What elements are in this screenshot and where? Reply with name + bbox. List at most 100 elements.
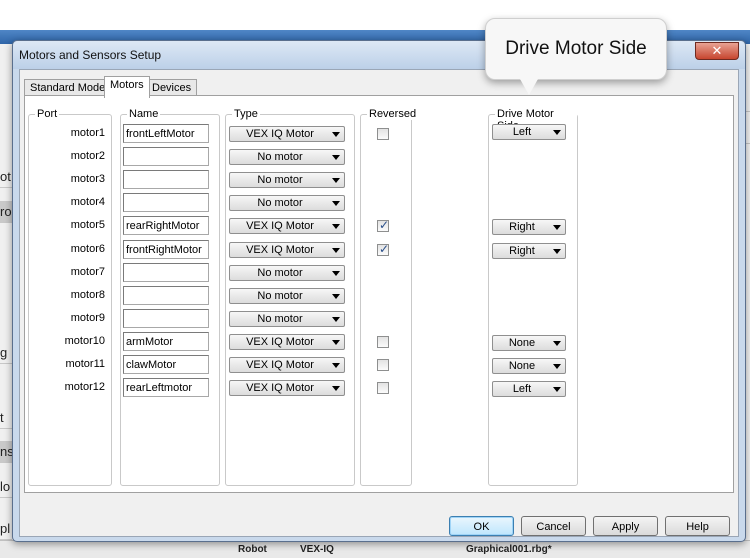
motor-type-select[interactable]: VEX IQ Motor (229, 380, 345, 396)
drive-side-select[interactable]: Left (492, 381, 566, 397)
chevron-down-icon (332, 340, 340, 345)
drive-side-value: Left (512, 383, 532, 395)
reversed-checkbox[interactable] (377, 128, 389, 140)
background-left-panel: ot ro g t ns lo pl (0, 44, 12, 558)
motor-name-input[interactable] (123, 193, 209, 212)
motor-type-value: No motor (257, 174, 303, 186)
help-button[interactable]: Help (665, 516, 730, 536)
background-text-fragment: ns (0, 441, 12, 463)
chevron-down-icon (332, 178, 340, 183)
background-text-fragment: ot (0, 166, 12, 188)
port-label: motor3 (70, 173, 105, 185)
drive-side-value: None (508, 360, 536, 372)
motor-type-select[interactable]: VEX IQ Motor (229, 242, 345, 258)
checkmark-icon: ✓ (378, 242, 390, 256)
close-button[interactable]: ✕ (695, 42, 739, 60)
chevron-down-icon (553, 341, 561, 346)
chevron-down-icon (553, 130, 561, 135)
port-label: motor11 (65, 358, 105, 370)
motor-type-select[interactable]: No motor (229, 311, 345, 327)
motor-type-select[interactable]: VEX IQ Motor (229, 334, 345, 350)
chevron-down-icon (332, 363, 340, 368)
motors-sensors-dialog: Motors and Sensors Setup ✕ Standard Mode… (12, 40, 746, 542)
reversed-checkbox[interactable]: ✓ (377, 242, 390, 256)
drive-side-group: Drive Motor Side (488, 108, 578, 486)
chevron-down-icon (332, 155, 340, 160)
cancel-button[interactable]: Cancel (521, 516, 586, 536)
drive-side-select[interactable]: Right (492, 243, 566, 259)
motor-type-select[interactable]: VEX IQ Motor (229, 126, 345, 142)
motor-type-value: No motor (257, 267, 303, 279)
port-label: motor7 (70, 266, 105, 278)
chevron-down-icon (553, 225, 561, 230)
motor-name-input[interactable] (123, 147, 209, 166)
motor-type-select[interactable]: VEX IQ Motor (229, 218, 345, 234)
motor-name-input[interactable] (123, 355, 209, 374)
dialog-title: Motors and Sensors Setup (19, 48, 162, 62)
motor-name-input[interactable] (123, 170, 209, 189)
motor-name-input[interactable] (123, 263, 209, 282)
drive-side-select[interactable]: Left (492, 124, 566, 140)
port-column-header: Port (35, 108, 60, 120)
motors-tab-panel: Port Name Type Reversed Drive Motor Side… (24, 95, 734, 493)
apply-button[interactable]: Apply (593, 516, 658, 536)
background-cell: Robot (238, 544, 267, 555)
drive-motor-side-callout: Drive Motor Side (485, 18, 667, 80)
drive-side-value: None (508, 337, 536, 349)
drive-side-select[interactable]: None (492, 335, 566, 351)
drive-side-select[interactable]: None (492, 358, 566, 374)
motor-type-select[interactable]: No motor (229, 172, 345, 188)
background-cell: VEX-IQ (300, 544, 334, 555)
name-column-header: Name (127, 108, 161, 120)
port-label: motor4 (70, 196, 105, 208)
motor-name-input[interactable] (123, 309, 209, 328)
motor-name-input[interactable] (123, 378, 209, 397)
motor-name-input[interactable] (123, 286, 209, 305)
port-label: motor2 (70, 150, 105, 162)
port-label: motor10 (64, 335, 105, 347)
chevron-down-icon (332, 132, 340, 137)
motor-type-value: No motor (257, 151, 303, 163)
motor-type-select[interactable]: VEX IQ Motor (229, 357, 345, 373)
port-label: motor12 (64, 381, 105, 393)
reversed-checkbox[interactable]: ✓ (377, 218, 389, 232)
ok-button[interactable]: OK (449, 516, 514, 536)
reversed-checkbox[interactable] (377, 336, 389, 348)
motor-type-value: No motor (257, 197, 303, 209)
chevron-down-icon (332, 224, 340, 229)
chevron-down-icon (332, 248, 340, 253)
chevron-down-icon (332, 386, 340, 391)
motor-type-value: VEX IQ Motor (246, 128, 314, 140)
port-label: motor8 (70, 289, 105, 301)
motor-name-input[interactable] (123, 332, 209, 351)
reversed-checkbox[interactable] (377, 359, 389, 371)
motor-type-value: No motor (257, 290, 303, 302)
motor-type-select[interactable]: No motor (229, 149, 345, 165)
reversed-group: Reversed (360, 108, 419, 486)
motor-name-input[interactable] (123, 124, 209, 143)
chevron-down-icon (332, 317, 340, 322)
motor-type-select[interactable]: No motor (229, 195, 345, 211)
close-icon: ✕ (711, 43, 723, 58)
reversed-checkbox[interactable] (377, 382, 389, 394)
background-text-fragment: t (0, 407, 12, 429)
motor-type-value: VEX IQ Motor (246, 359, 314, 371)
type-column-header: Type (232, 108, 260, 120)
motor-name-input[interactable] (123, 216, 209, 235)
drive-side-select[interactable]: Right (492, 219, 566, 235)
dialog-client-area: Standard Models Motors Devices Port Name… (19, 69, 739, 537)
motor-name-input[interactable] (123, 240, 209, 259)
tab-motors[interactable]: Motors (104, 76, 150, 98)
chevron-down-icon (553, 387, 561, 392)
motor-type-value: VEX IQ Motor (246, 382, 314, 394)
background-text-fragment: g (0, 342, 12, 364)
motor-type-value: No motor (257, 313, 303, 325)
port-label: motor6 (70, 243, 105, 255)
background-text-fragment: ro (0, 201, 12, 223)
motor-type-select[interactable]: No motor (229, 265, 345, 281)
background-cell: Graphical001.rbg* (466, 544, 552, 555)
reversed-column-header: Reversed (367, 108, 419, 120)
drive-side-value: Left (512, 126, 532, 138)
chevron-down-icon (553, 364, 561, 369)
motor-type-select[interactable]: No motor (229, 288, 345, 304)
